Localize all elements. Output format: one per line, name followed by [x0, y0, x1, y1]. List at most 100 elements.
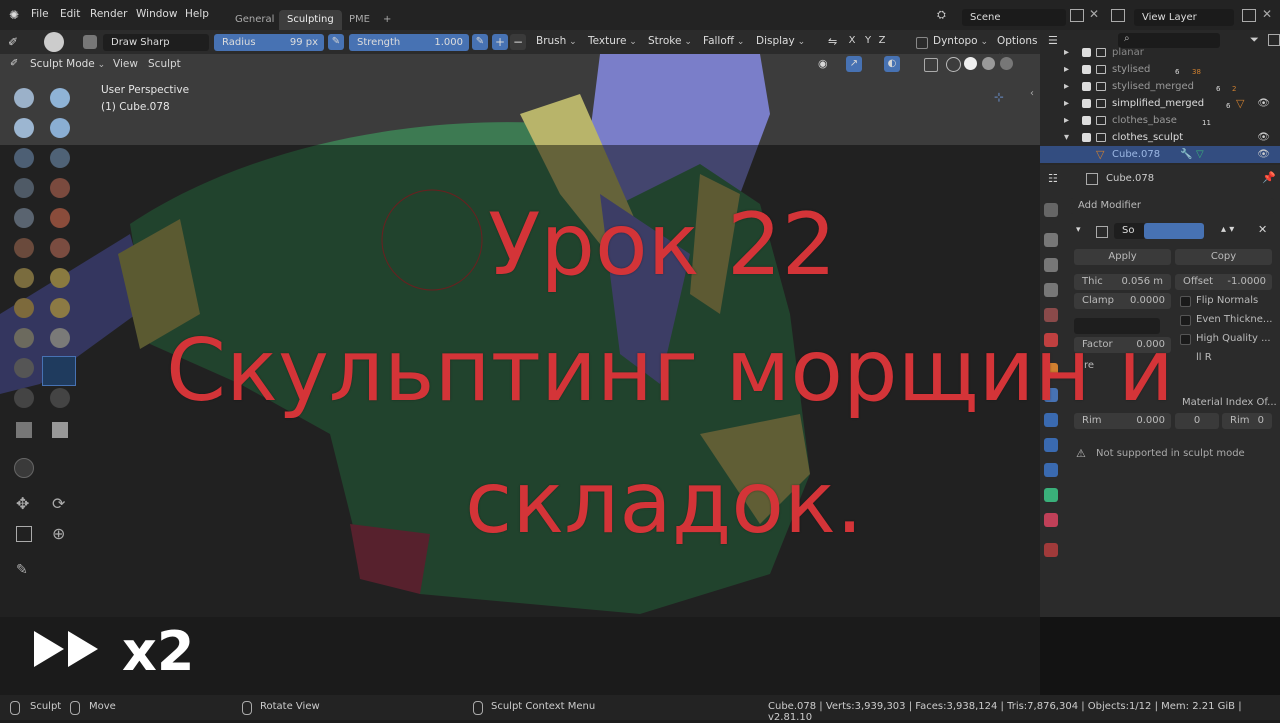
draw-sharp-brush-icon[interactable]: [50, 88, 70, 108]
transform-tool-icon[interactable]: ⊕: [52, 524, 65, 543]
physics-tab-icon[interactable]: [1044, 438, 1058, 452]
add-modifier-dropdown[interactable]: Add Modifier: [1070, 198, 1274, 214]
eye-icon[interactable]: 👁: [1257, 129, 1270, 146]
include-checkbox[interactable]: [1082, 82, 1091, 91]
modifier-collapse-icon[interactable]: ▾: [1076, 225, 1081, 235]
outliner-row-stylised-merged[interactable]: ▸ stylised_merged 6 2: [1040, 78, 1280, 95]
include-checkbox[interactable]: [1082, 65, 1091, 74]
outliner-row-clothes-sculpt[interactable]: ▾ clothes_sculpt 👁: [1040, 129, 1280, 146]
high-quality-checkbox[interactable]: [1180, 334, 1191, 345]
outliner-row-clothes-base[interactable]: ▸ clothes_base 11: [1040, 112, 1280, 129]
flip-normals-checkbox[interactable]: [1180, 296, 1191, 307]
outliner-row-cube-078[interactable]: ▽ Cube.078 🔧 ▽ 👁: [1040, 146, 1280, 163]
direction-add-button[interactable]: +: [492, 34, 508, 50]
scene-icon[interactable]: ⛭: [937, 8, 946, 22]
view-layer-icon[interactable]: [1111, 9, 1125, 22]
brush-menu[interactable]: Brush: [536, 35, 577, 47]
strength-slider[interactable]: Strength 1.000: [349, 34, 469, 51]
blob-brush-icon[interactable]: [14, 178, 34, 198]
nudge-brush-icon[interactable]: [14, 328, 34, 348]
dyntopo-checkbox[interactable]: [916, 37, 928, 49]
eye-icon[interactable]: 👁: [1257, 146, 1270, 163]
menu-help[interactable]: Help: [185, 8, 209, 20]
editor-type-icon[interactable]: ☷: [1048, 172, 1058, 185]
clamp-field[interactable]: Clamp 0.0000: [1074, 293, 1171, 309]
tab-sculpting[interactable]: Sculpting: [279, 10, 342, 30]
brush-datablock-icon[interactable]: [83, 35, 97, 49]
inflate-brush-icon[interactable]: [50, 148, 70, 168]
active-brush-slot-icon[interactable]: [42, 356, 76, 386]
clay-brush-icon[interactable]: [14, 118, 34, 138]
direction-subtract-button[interactable]: −: [510, 34, 526, 50]
dyntopo-menu[interactable]: Dyntopo: [933, 35, 988, 47]
strength-pressure-icon[interactable]: ✎: [472, 34, 488, 50]
gizmo-toggle-icon[interactable]: ↗: [846, 56, 862, 72]
menu-render[interactable]: Render: [90, 8, 127, 20]
overlay-toggle-icon[interactable]: ◐: [884, 56, 900, 72]
expand-icon[interactable]: ▸: [1064, 44, 1270, 61]
outliner-row-planar[interactable]: ▸ planar: [1040, 44, 1280, 61]
clay-strips-brush-icon[interactable]: [50, 118, 70, 138]
apply-button[interactable]: Apply: [1074, 249, 1171, 265]
copy-scene-icon[interactable]: [1070, 9, 1084, 22]
eye-icon[interactable]: 👁: [1257, 95, 1270, 112]
thumb-brush-icon[interactable]: [50, 298, 70, 318]
view-layer-tab-icon[interactable]: [1044, 283, 1058, 297]
flatten-brush-icon[interactable]: [50, 208, 70, 228]
even-thickness-checkbox[interactable]: [1180, 315, 1191, 326]
modifier-move-icon[interactable]: ▴ ▾: [1221, 224, 1234, 235]
lasso-mask-icon[interactable]: [52, 422, 68, 438]
falloff-menu[interactable]: Falloff: [703, 35, 744, 47]
menu-view[interactable]: View: [113, 58, 138, 70]
rotate-tool-icon[interactable]: ⟳: [52, 494, 65, 513]
remove-layer-icon[interactable]: ✕: [1262, 7, 1272, 21]
brush-name-field[interactable]: Draw Sharp: [103, 34, 209, 51]
shading-wireframe-icon[interactable]: [946, 57, 961, 72]
annotate-tool-icon[interactable]: ✎: [16, 562, 28, 578]
add-workspace-button[interactable]: +: [375, 10, 399, 30]
xray-toggle-icon[interactable]: [924, 58, 938, 72]
modifier-remove-icon[interactable]: ✕: [1258, 223, 1267, 236]
include-checkbox[interactable]: [1082, 99, 1091, 108]
radius-pressure-icon[interactable]: ✎: [328, 34, 344, 50]
render-tab-icon[interactable]: [1044, 233, 1058, 247]
blender-logo-icon[interactable]: ✺: [9, 8, 19, 22]
scale-tool-icon[interactable]: [16, 526, 32, 542]
menu-edit[interactable]: Edit: [60, 8, 80, 20]
tab-pme[interactable]: PME: [341, 10, 378, 30]
include-checkbox[interactable]: [1082, 116, 1091, 125]
material-tab-icon[interactable]: [1044, 513, 1058, 527]
view-layer-selector[interactable]: View Layer: [1134, 9, 1234, 26]
mode-selector[interactable]: Sculpt Mode: [30, 58, 105, 70]
visibility-icon[interactable]: ◉: [818, 57, 828, 70]
scrape-brush-icon[interactable]: [50, 238, 70, 258]
remove-scene-icon[interactable]: ✕: [1089, 7, 1099, 21]
snake-hook-brush-icon[interactable]: [14, 298, 34, 318]
output-tab-icon[interactable]: [1044, 258, 1058, 272]
constraints-tab-icon[interactable]: [1044, 463, 1058, 477]
tool-tab-icon[interactable]: [1044, 203, 1058, 217]
symmetry-z-toggle[interactable]: Z: [876, 35, 888, 46]
tab-general[interactable]: General: [227, 10, 282, 30]
outliner-row-simplified-merged[interactable]: ▸ simplified_merged 6 ▽ 👁: [1040, 95, 1280, 112]
pinch-brush-icon[interactable]: [14, 268, 34, 288]
expand-icon[interactable]: ▸: [1064, 61, 1270, 78]
outliner-row-stylised[interactable]: ▸ stylised 6 38: [1040, 61, 1280, 78]
menu-sculpt[interactable]: Sculpt: [148, 58, 181, 70]
brush-tool-icon[interactable]: ✐: [8, 35, 18, 49]
symmetry-y-toggle[interactable]: Y: [862, 35, 874, 46]
menu-window[interactable]: Window: [136, 8, 177, 20]
shading-material-icon[interactable]: [982, 57, 995, 70]
layer-brush-icon[interactable]: [14, 148, 34, 168]
scene-selector[interactable]: Scene: [962, 9, 1066, 26]
offset-field[interactable]: Offset -1.0000: [1175, 274, 1272, 290]
rotate-brush-icon[interactable]: [50, 328, 70, 348]
radius-slider[interactable]: Radius 99 px: [214, 34, 324, 51]
include-checkbox[interactable]: [1082, 133, 1091, 142]
symmetry-icon[interactable]: ⇋: [828, 35, 837, 48]
brush-preview-icon[interactable]: [44, 32, 64, 52]
material-offset-field[interactable]: 0: [1175, 413, 1219, 429]
menu-file[interactable]: File: [31, 8, 49, 20]
stroke-menu[interactable]: Stroke: [648, 35, 692, 47]
texture-tab-icon[interactable]: [1044, 543, 1058, 557]
